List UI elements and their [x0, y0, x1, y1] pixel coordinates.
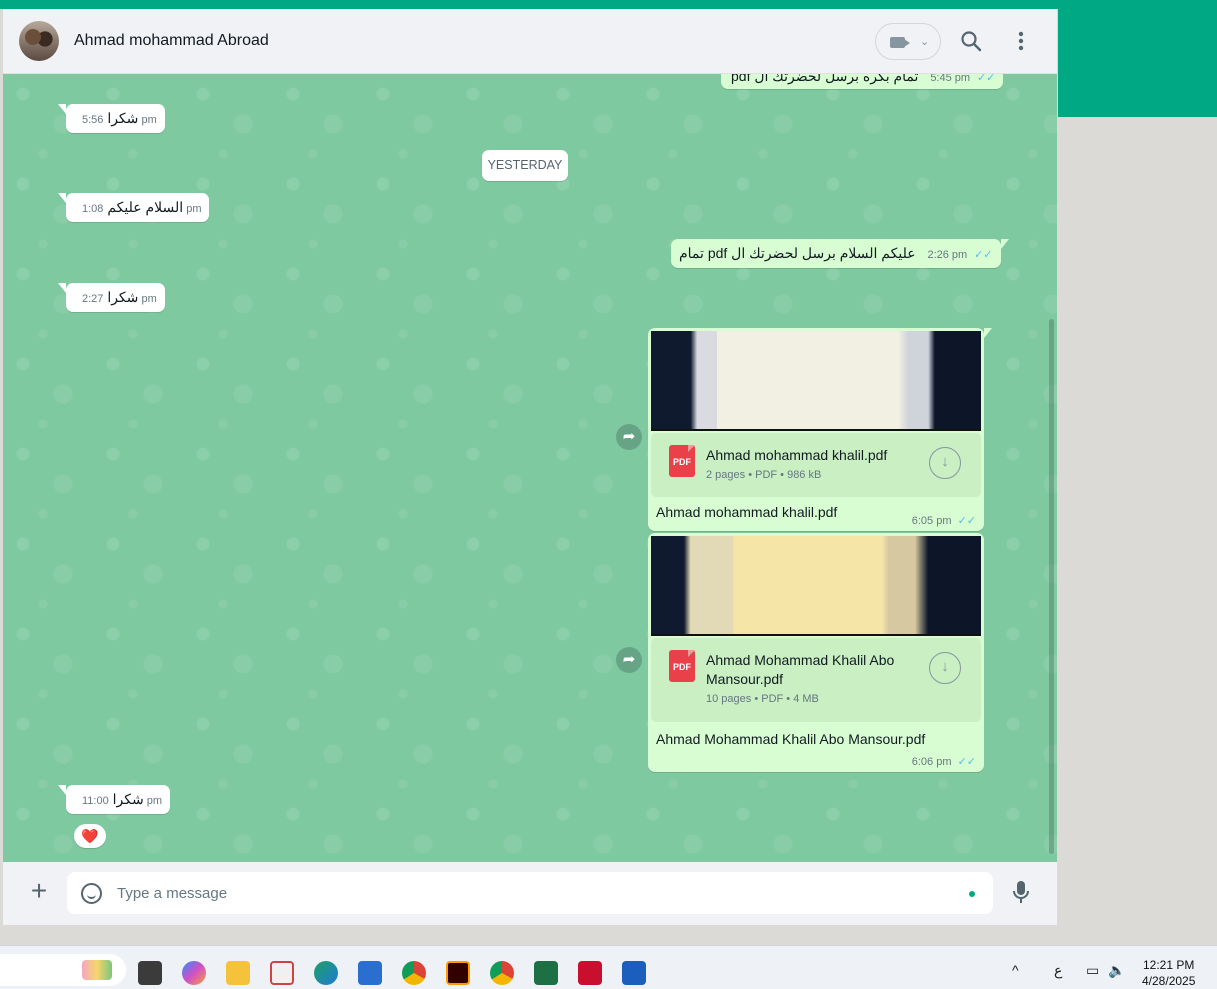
chat-header: Ahmad mohammad Abroad ⌄ — [3, 9, 1057, 74]
taskbar-search[interactable] — [0, 954, 126, 986]
word-icon[interactable] — [622, 961, 646, 985]
read-ticks-icon: ✓✓ — [976, 74, 996, 84]
excel-icon[interactable] — [534, 961, 558, 985]
snipping-tool-icon[interactable] — [270, 961, 294, 985]
clock-date: 4/28/2025 — [1142, 974, 1196, 988]
chrome-icon[interactable] — [402, 961, 426, 985]
scrollbar[interactable] — [1049, 319, 1054, 854]
document-meta: 10 pages • PDF • 4 MB — [706, 693, 819, 705]
download-arrow-icon: ↓ — [941, 658, 949, 675]
message-bubble-incoming[interactable]: شكرا 2:27 pm — [58, 283, 165, 312]
illustrator-icon[interactable] — [446, 961, 470, 985]
message-list[interactable]: تمام بكره برسل لحضرتك ال pdf 5:45 pm ✓✓ … — [3, 74, 1057, 862]
background-gray-panel — [1058, 117, 1217, 945]
heart-reaction-icon[interactable]: ❤️ — [74, 824, 106, 848]
message-bubble-outgoing[interactable]: عليكم السلام برسل لحضرتك ال pdf تمام 2:2… — [671, 239, 1009, 268]
copilot-icon[interactable] — [182, 961, 206, 985]
message-text: السلام عليكم — [107, 199, 184, 215]
message-time: 6:06 pm — [911, 756, 952, 768]
message-bubble-incoming[interactable]: السلام عليكم 1:08 pm — [57, 193, 210, 222]
message-text: تمام بكره برسل لحضرتك ال pdf — [731, 74, 919, 84]
edge-browser-icon[interactable] — [314, 961, 338, 985]
message-bubble-incoming[interactable]: شكرا 5:56 pm — [58, 104, 165, 133]
chevron-down-icon: ⌄ — [920, 36, 930, 48]
contact-name[interactable]: Ahmad mohammad Abroad — [74, 32, 269, 50]
more-options-icon[interactable] — [1011, 29, 1031, 53]
file-explorer-icon[interactable] — [226, 961, 250, 985]
forward-icon[interactable]: ➦ — [616, 424, 642, 450]
windows-taskbar: ^ ع ▭ 🔈 12:21 PM 4/28/2025 — [0, 945, 1217, 989]
message-time: 5:45 pm — [930, 74, 971, 84]
volume-icon[interactable]: 🔈 — [1108, 962, 1125, 979]
task-view-icon[interactable] — [138, 961, 162, 985]
video-call-button[interactable]: ⌄ — [875, 23, 941, 60]
message-bubble-incoming[interactable]: شكرا 11:00 pm — [57, 785, 171, 814]
document-card[interactable]: PDF Ahmad mohammad khalil.pdf 2 pages • … — [651, 433, 981, 497]
mcafee-icon[interactable] — [578, 961, 602, 985]
message-time: 2:26 pm — [927, 249, 968, 261]
status-dot — [969, 891, 975, 897]
read-ticks-icon: ✓✓ — [957, 756, 976, 768]
document-file-name: Ahmad mohammad khalil.pdf — [706, 447, 888, 463]
download-button[interactable]: ↓ — [929, 447, 961, 479]
document-caption: Ahmad Mohammad Khalil Abo Mansour.pdf — [656, 731, 926, 747]
document-message[interactable]: PDF Ahmad Mohammad Khalil Abo Mansour.pd… — [648, 533, 984, 772]
message-bubble-outgoing[interactable]: تمام بكره برسل لحضرتك ال pdf 5:45 pm ✓✓ — [721, 74, 1004, 89]
message-time-group: 6:06 pm ✓✓ — [912, 755, 976, 768]
microphone-icon[interactable] — [1011, 879, 1031, 907]
chat-window: Ahmad mohammad Abroad ⌄ تمام بكره برسل ل… — [3, 9, 1057, 925]
message-composer: + — [3, 862, 1057, 925]
attach-plus-icon[interactable]: + — [27, 877, 51, 905]
chrome-profile-icon[interactable] — [490, 961, 514, 985]
message-time: 6:05 pm — [911, 515, 952, 527]
document-card[interactable]: PDF Ahmad Mohammad Khalil Abo Mansour.pd… — [651, 638, 981, 722]
sticker-emoji-icon[interactable] — [81, 883, 102, 904]
message-input-container[interactable] — [67, 872, 993, 914]
message-text: شكرا — [107, 110, 139, 126]
document-preview-thumbnail[interactable] — [651, 331, 981, 431]
download-button[interactable]: ↓ — [929, 652, 961, 684]
read-ticks-icon: ✓✓ — [974, 249, 993, 261]
message-time-group: 6:05 pm ✓✓ — [912, 514, 976, 527]
chevron-up-icon[interactable]: ^ — [1012, 962, 1019, 978]
message-text: شكرا — [107, 289, 139, 305]
date-divider: YESTERDAY — [482, 150, 568, 181]
top-accent-bar — [0, 0, 1217, 9]
input-language[interactable]: ع — [1054, 962, 1062, 979]
avatar[interactable] — [19, 21, 59, 61]
download-arrow-icon: ↓ — [941, 453, 949, 470]
document-file-name: Ahmad Mohammad Khalil Abo Mansour.pdf — [706, 652, 895, 687]
search-icon[interactable] — [959, 29, 983, 53]
clock-time: 12:21 PM — [1143, 958, 1195, 972]
document-meta: 2 pages • PDF • 986 kB — [706, 469, 822, 481]
background-green-panel — [1058, 0, 1217, 117]
network-icon[interactable]: ▭ — [1086, 962, 1099, 979]
pdf-file-icon: PDF — [669, 445, 695, 477]
document-preview-thumbnail[interactable] — [651, 536, 981, 636]
message-text: عليكم السلام برسل لحضرتك ال pdf تمام — [679, 245, 916, 261]
read-ticks-icon: ✓✓ — [957, 515, 976, 527]
video-camera-icon — [890, 37, 910, 48]
message-text: شكرا — [112, 791, 144, 807]
pdf-file-icon: PDF — [669, 650, 695, 682]
document-message[interactable]: PDF Ahmad mohammad khalil.pdf 2 pages • … — [648, 328, 992, 531]
notepad-icon[interactable] — [358, 961, 382, 985]
system-clock[interactable]: 12:21 PM 4/28/2025 — [1142, 957, 1195, 989]
search-highlight-icon — [82, 960, 112, 980]
forward-icon[interactable]: ➦ — [616, 647, 642, 673]
message-input[interactable] — [117, 872, 937, 914]
